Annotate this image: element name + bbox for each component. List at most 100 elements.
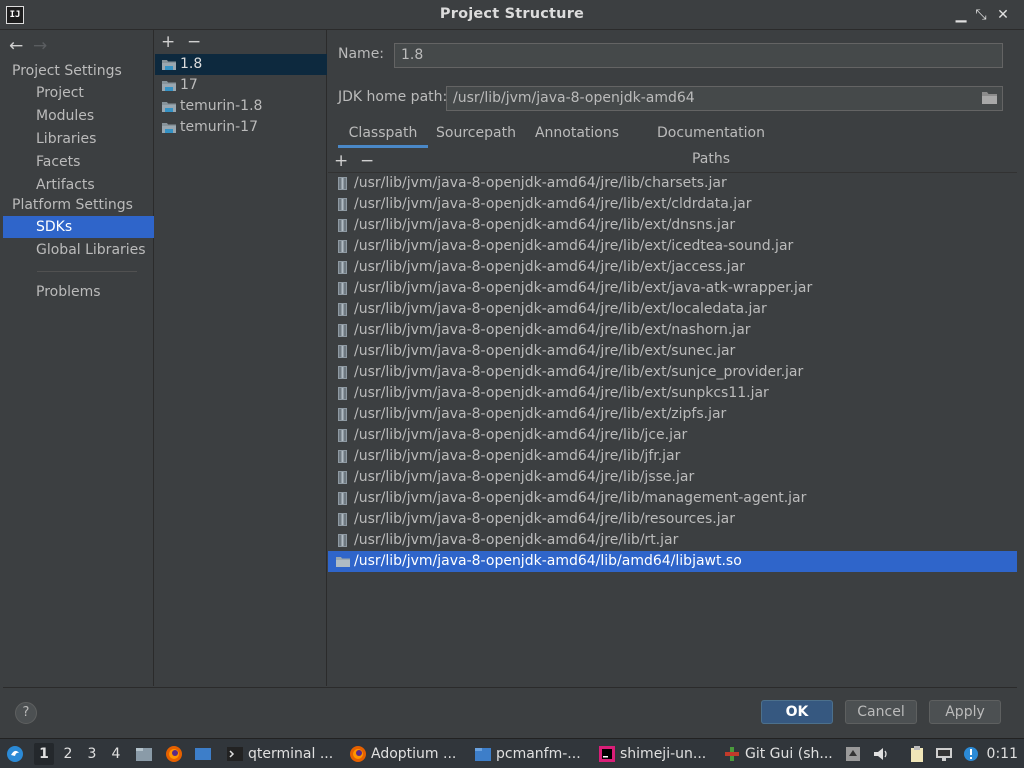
- forward-arrow-icon[interactable]: →: [33, 36, 57, 56]
- desktop-1[interactable]: 1: [34, 743, 54, 765]
- ok-button[interactable]: OK: [761, 700, 833, 724]
- classpath-toolbar: + −: [334, 151, 386, 171]
- classpath-path: /usr/lib/jvm/java-8-openjdk-amd64/jre/li…: [354, 259, 746, 275]
- help-button[interactable]: ?: [15, 702, 37, 724]
- classpath-row[interactable]: /usr/lib/jvm/java-8-openjdk-amd64/jre/li…: [328, 446, 1017, 467]
- jar-icon: [338, 450, 347, 463]
- system-taskbar: 1 2 3 4 qterminal ... Adoptium ... pcman…: [0, 738, 1024, 768]
- task-qterminal[interactable]: qterminal ...: [224, 739, 333, 768]
- task-adoptium[interactable]: Adoptium ...: [347, 739, 456, 768]
- nav-item-global-libraries[interactable]: Global Libraries: [3, 239, 154, 261]
- classpath-path: /usr/lib/jvm/java-8-openjdk-amd64/jre/li…: [354, 322, 751, 338]
- nav-item-modules[interactable]: Modules: [3, 105, 154, 127]
- sdk-item-label: temurin-17: [180, 119, 258, 135]
- classpath-path: /usr/lib/jvm/java-8-openjdk-amd64/lib/am…: [354, 553, 742, 569]
- clock: 0:11: [986, 746, 1018, 762]
- network-icon[interactable]: [935, 745, 953, 763]
- nav-item-artifacts[interactable]: Artifacts: [3, 174, 154, 196]
- start-menu-icon[interactable]: [6, 745, 24, 763]
- add-sdk-button[interactable]: +: [161, 32, 187, 52]
- clipboard-icon[interactable]: [908, 745, 926, 763]
- classpath-path: /usr/lib/jvm/java-8-openjdk-amd64/jre/li…: [354, 511, 735, 527]
- nav-item-facets[interactable]: Facets: [3, 151, 154, 173]
- classpath-row[interactable]: /usr/lib/jvm/java-8-openjdk-amd64/jre/li…: [328, 320, 1017, 341]
- classpath-row[interactable]: /usr/lib/jvm/java-8-openjdk-amd64/lib/am…: [328, 551, 1017, 572]
- nav-item-libraries[interactable]: Libraries: [3, 128, 154, 150]
- sdk-item-1-8[interactable]: 1.8: [155, 54, 327, 75]
- classpath-list[interactable]: /usr/lib/jvm/java-8-openjdk-amd64/jre/li…: [328, 172, 1017, 686]
- file-manager-launcher-icon[interactable]: [135, 745, 153, 763]
- tab-classpath[interactable]: Classpath: [338, 120, 428, 148]
- classpath-row[interactable]: /usr/lib/jvm/java-8-openjdk-amd64/jre/li…: [328, 362, 1017, 383]
- sdk-name-field[interactable]: 1.8: [394, 43, 1003, 68]
- desktop-2[interactable]: 2: [58, 743, 78, 765]
- task-label: qterminal ...: [248, 746, 334, 762]
- show-desktop-icon[interactable]: [194, 745, 212, 763]
- classpath-row[interactable]: /usr/lib/jvm/java-8-openjdk-amd64/jre/li…: [328, 467, 1017, 488]
- classpath-row[interactable]: /usr/lib/jvm/java-8-openjdk-amd64/jre/li…: [328, 425, 1017, 446]
- nav-arrows: ← →: [9, 36, 57, 56]
- classpath-path: /usr/lib/jvm/java-8-openjdk-amd64/jre/li…: [354, 301, 767, 317]
- nav-item-problems[interactable]: Problems: [3, 281, 154, 303]
- jdk-home-label: JDK home path:: [338, 89, 448, 105]
- sdk-item-label: 1.8: [180, 56, 203, 72]
- sdk-item-temurin-17[interactable]: temurin-17: [155, 117, 327, 138]
- classpath-row[interactable]: /usr/lib/jvm/java-8-openjdk-amd64/jre/li…: [328, 341, 1017, 362]
- nav-item-sdks[interactable]: SDKs: [3, 216, 154, 238]
- sdk-toolbar: + −: [161, 32, 213, 52]
- jar-icon: [338, 219, 347, 232]
- classpath-path: /usr/lib/jvm/java-8-openjdk-amd64/jre/li…: [354, 469, 695, 485]
- cancel-button[interactable]: Cancel: [845, 700, 917, 724]
- jar-icon: [338, 282, 347, 295]
- classpath-row[interactable]: /usr/lib/jvm/java-8-openjdk-amd64/jre/li…: [328, 488, 1017, 509]
- back-arrow-icon[interactable]: ←: [9, 36, 33, 56]
- classpath-row[interactable]: /usr/lib/jvm/java-8-openjdk-amd64/jre/li…: [328, 278, 1017, 299]
- classpath-row[interactable]: /usr/lib/jvm/java-8-openjdk-amd64/jre/li…: [328, 215, 1017, 236]
- restore-button[interactable]: ⤡: [972, 5, 990, 25]
- task-shimeji[interactable]: shimeji-un...: [596, 739, 706, 768]
- firefox-launcher-icon[interactable]: [165, 745, 183, 763]
- classpath-row[interactable]: /usr/lib/jvm/java-8-openjdk-amd64/jre/li…: [328, 383, 1017, 404]
- classpath-row[interactable]: /usr/lib/jvm/java-8-openjdk-amd64/jre/li…: [328, 173, 1017, 194]
- task-pcmanfm[interactable]: pcmanfm-...: [472, 739, 581, 768]
- apply-button[interactable]: Apply: [929, 700, 1001, 724]
- remove-sdk-button[interactable]: −: [187, 32, 213, 52]
- classpath-row[interactable]: /usr/lib/jvm/java-8-openjdk-amd64/jre/li…: [328, 236, 1017, 257]
- sdk-item-temurin-1-8[interactable]: temurin-1.8: [155, 96, 327, 117]
- browse-folder-icon[interactable]: [982, 91, 997, 104]
- classpath-path: /usr/lib/jvm/java-8-openjdk-amd64/jre/li…: [354, 196, 752, 212]
- classpath-path: /usr/lib/jvm/java-8-openjdk-amd64/jre/li…: [354, 238, 794, 254]
- classpath-row[interactable]: /usr/lib/jvm/java-8-openjdk-amd64/jre/li…: [328, 404, 1017, 425]
- classpath-row[interactable]: /usr/lib/jvm/java-8-openjdk-amd64/jre/li…: [328, 530, 1017, 551]
- jdk-home-path-field[interactable]: /usr/lib/jvm/java-8-openjdk-amd64: [446, 86, 1003, 111]
- sdk-item-17[interactable]: 17: [155, 75, 327, 96]
- classpath-path: /usr/lib/jvm/java-8-openjdk-amd64/jre/li…: [354, 490, 807, 506]
- project-settings-header: Project Settings: [12, 63, 122, 79]
- keyboard-layout-icon[interactable]: [844, 745, 862, 763]
- classpath-row[interactable]: /usr/lib/jvm/java-8-openjdk-amd64/jre/li…: [328, 194, 1017, 215]
- tab-annotations[interactable]: Annotations: [530, 120, 624, 148]
- nav-item-project[interactable]: Project: [3, 82, 154, 104]
- tab-sourcepath[interactable]: Sourcepath: [434, 120, 518, 148]
- folder-icon: [336, 557, 350, 567]
- volume-icon[interactable]: [872, 745, 890, 763]
- jar-icon: [338, 261, 347, 274]
- task-git-gui[interactable]: Git Gui (sh...: [721, 739, 833, 768]
- settings-navigation: ← → Project Settings Project Modules Libr…: [3, 30, 154, 686]
- remove-classpath-button[interactable]: −: [360, 151, 386, 171]
- tab-documentation-paths[interactable]: Documentation Paths: [638, 120, 784, 167]
- add-classpath-button[interactable]: +: [334, 151, 360, 171]
- desktop-4[interactable]: 4: [106, 743, 126, 765]
- close-button[interactable]: ✕: [994, 5, 1012, 25]
- sdk-item-label: temurin-1.8: [180, 98, 263, 114]
- desktop-3[interactable]: 3: [82, 743, 102, 765]
- task-label: shimeji-un...: [620, 746, 707, 762]
- classpath-row[interactable]: /usr/lib/jvm/java-8-openjdk-amd64/jre/li…: [328, 299, 1017, 320]
- notification-icon[interactable]: [962, 745, 980, 763]
- classpath-row[interactable]: /usr/lib/jvm/java-8-openjdk-amd64/jre/li…: [328, 257, 1017, 278]
- minimize-button[interactable]: ▁: [952, 5, 970, 25]
- classpath-row[interactable]: /usr/lib/jvm/java-8-openjdk-amd64/jre/li…: [328, 509, 1017, 530]
- jar-icon: [338, 471, 347, 484]
- git-gui-icon: [725, 747, 739, 761]
- folder-icon: [475, 748, 491, 761]
